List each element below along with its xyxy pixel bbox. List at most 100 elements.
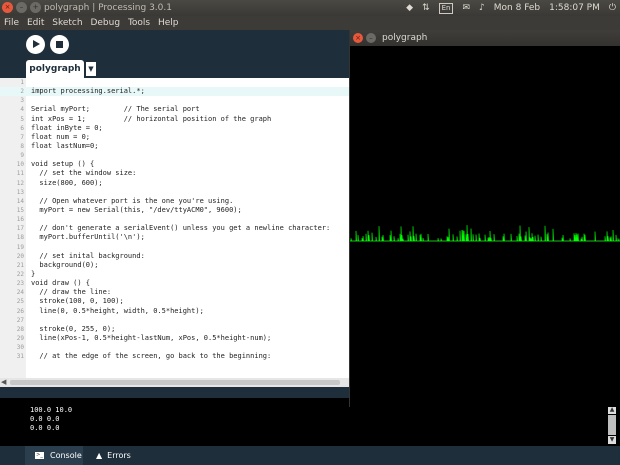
code-text: void setup () { <box>31 160 95 169</box>
clock-time[interactable]: 1:58:07 PM <box>549 0 600 16</box>
code-text: import processing.serial.*; <box>31 87 145 96</box>
tab-menu-button[interactable]: ▼ <box>86 62 96 76</box>
sketch-window-controls: × – <box>353 33 376 43</box>
code-text: line(xPos-1, 0.5*height-lastNum, xPos, 0… <box>31 333 272 342</box>
line-number: 17 <box>16 225 24 233</box>
code-text: myPort = new Serial(this, "/dev/ttyACM0"… <box>31 205 242 214</box>
line-number: 30 <box>16 344 24 352</box>
code-text: myPort.bufferUntil('\n'); <box>31 233 145 242</box>
window-controls: × – + <box>2 2 41 13</box>
menu-file[interactable]: File <box>4 16 19 30</box>
scroll-down-icon[interactable]: ▼ <box>608 436 616 444</box>
line-number: 5 <box>20 115 24 123</box>
line-number: 26 <box>16 307 24 315</box>
code-text: Serial myPort; // The serial port <box>31 105 200 114</box>
code-text: void draw () { <box>31 279 91 288</box>
line-number: 23 <box>16 280 24 288</box>
sketch-window: × – polygraph <box>349 30 620 407</box>
sketch-tabs: polygraph ▼ <box>0 60 350 78</box>
system-tray: ◆ ⇅ En ✉ ♪ Mon 8 Feb 1:58:07 PM ⏻ <box>397 0 620 16</box>
code-text: line(0, 0.5*height, width, 0.5*height); <box>31 306 204 315</box>
line-number: 24 <box>16 289 24 297</box>
line-number: 8 <box>20 142 24 150</box>
horizontal-scrollbar[interactable]: ◀ <box>0 378 350 387</box>
dropbox-icon[interactable]: ◆ <box>406 0 413 16</box>
code-text: float lastNum=0; <box>31 141 99 150</box>
code-text: // Open whatever port is the one you're … <box>31 196 234 205</box>
code-text: int xPos = 1; // horizontal position of … <box>31 114 272 123</box>
line-number: 15 <box>16 206 24 214</box>
play-icon <box>33 40 40 48</box>
menu-tools[interactable]: Tools <box>128 16 150 30</box>
line-number: 12 <box>16 179 24 187</box>
minimize-icon[interactable]: – <box>366 33 376 43</box>
code-text: // set inital background: <box>31 251 145 260</box>
console-line: 0.0 0.0 <box>30 415 60 423</box>
run-button[interactable] <box>26 35 45 54</box>
console-tab[interactable]: >_ Console <box>25 446 83 465</box>
code-text: float inByte = 0; <box>31 123 103 132</box>
menu-edit[interactable]: Edit <box>27 16 44 30</box>
terminal-icon: >_ <box>35 452 44 459</box>
maximize-icon[interactable]: + <box>30 2 41 13</box>
console-tab-label: Console <box>50 451 82 460</box>
line-number: 22 <box>16 270 24 278</box>
errors-tab[interactable]: ▲ Errors <box>92 446 131 465</box>
code-text: // at the edge of the screen, go back to… <box>31 352 272 361</box>
console-scrollbar-thumb[interactable] <box>608 415 616 435</box>
line-number: 14 <box>16 197 24 205</box>
line-number: 13 <box>16 188 24 196</box>
system-top-bar: × – + polygraph | Processing 3.0.1 ◆ ⇅ E… <box>0 0 620 16</box>
errors-tab-label: Errors <box>107 451 131 460</box>
tab-polygraph[interactable]: polygraph <box>26 60 84 78</box>
line-number: 28 <box>16 325 24 333</box>
sketch-window-title: polygraph <box>382 33 428 43</box>
volume-icon[interactable]: ♪ <box>479 0 485 16</box>
code-text: size(800, 600); <box>31 178 103 187</box>
power-icon[interactable]: ⏻ <box>609 0 616 16</box>
menu-sketch[interactable]: Sketch <box>52 16 82 30</box>
code-text: // don't generate a serialEvent() unless… <box>31 224 331 233</box>
line-number: 9 <box>20 152 24 160</box>
clock-date[interactable]: Mon 8 Feb <box>494 0 540 16</box>
mail-icon[interactable]: ✉ <box>462 0 470 16</box>
sketch-canvas[interactable] <box>350 46 620 407</box>
code-text: background(0); <box>31 260 99 269</box>
menu-help[interactable]: Help <box>158 16 179 30</box>
line-number: 7 <box>20 133 24 141</box>
line-number: 29 <box>16 334 24 342</box>
keyboard-layout-indicator[interactable]: En <box>438 2 454 14</box>
code-text: // draw the line: <box>31 288 112 297</box>
console-line: 0.0 0.0 <box>30 424 60 432</box>
editor-toolbar <box>0 30 350 60</box>
line-number: 20 <box>16 252 24 260</box>
close-icon[interactable]: × <box>2 2 13 13</box>
menu-debug[interactable]: Debug <box>90 16 120 30</box>
line-number: 31 <box>16 353 24 361</box>
scroll-up-icon[interactable]: ▲ <box>608 406 616 414</box>
line-number: 19 <box>16 243 24 251</box>
footer-tabs: >_ Console ▲ Errors <box>0 446 620 465</box>
minimize-icon[interactable]: – <box>16 2 27 13</box>
scrollbar-thumb[interactable] <box>10 380 340 385</box>
code-text: // set the window size: <box>31 169 137 178</box>
line-number: 11 <box>16 170 24 178</box>
line-number: 3 <box>20 97 24 105</box>
scroll-left-icon[interactable]: ◀ <box>1 378 6 387</box>
stop-button[interactable] <box>50 35 69 54</box>
line-number: 2 <box>20 88 24 96</box>
line-number: 1 <box>20 79 24 86</box>
stop-icon <box>56 41 63 48</box>
signal-trace <box>350 225 620 242</box>
code-editor[interactable]: 1 2 import processing.serial.*; 3 4 Serial my… <box>0 78 350 378</box>
close-icon[interactable]: × <box>353 33 363 43</box>
line-number: 21 <box>16 261 24 269</box>
code-text: stroke(100, 0, 100); <box>31 297 124 306</box>
warning-icon: ▲ <box>96 451 103 460</box>
line-number: 25 <box>16 298 24 306</box>
menu-bar: File Edit Sketch Debug Tools Help <box>0 16 620 30</box>
network-icon[interactable]: ⇅ <box>422 0 430 16</box>
line-number: 6 <box>20 124 24 132</box>
line-number: 18 <box>16 234 24 242</box>
sketch-title-bar[interactable]: × – polygraph <box>350 30 620 46</box>
